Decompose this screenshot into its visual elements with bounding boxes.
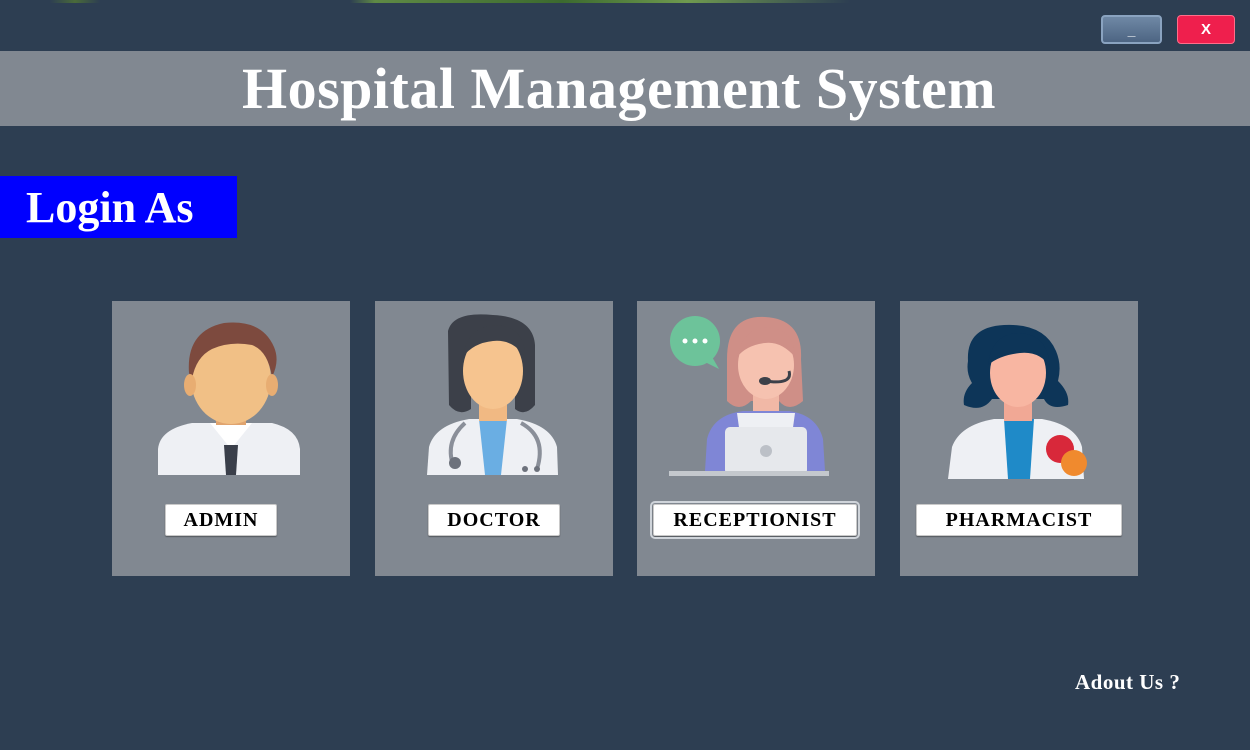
receptionist-button[interactable]: RECEPTIONIST [650, 501, 860, 539]
window-top-edge [0, 0, 1250, 3]
role-card-receptionist: RECEPTIONIST [637, 301, 875, 576]
doctor-button[interactable]: DOCTOR [428, 504, 560, 536]
pharmacist-avatar-icon [948, 324, 1087, 479]
minimize-button[interactable]: _ [1101, 15, 1162, 44]
role-card-pharmacist: PHARMACIST [900, 301, 1138, 576]
role-card-admin: ADMIN [112, 301, 350, 576]
close-button[interactable]: X [1177, 15, 1235, 44]
admin-avatar-icon [158, 322, 300, 475]
login-as-heading: Login As [0, 176, 237, 238]
receptionist-avatar-icon [669, 316, 829, 476]
about-us-link[interactable]: Adout Us ? [1075, 670, 1180, 695]
doctor-avatar-icon [427, 314, 558, 475]
role-card-doctor: DOCTOR [375, 301, 613, 576]
page-title: Hospital Management System [241, 56, 997, 121]
admin-button[interactable]: ADMIN [165, 504, 277, 536]
pharmacist-button[interactable]: PHARMACIST [916, 504, 1122, 536]
header-bar: Hospital Management System [0, 51, 1250, 126]
